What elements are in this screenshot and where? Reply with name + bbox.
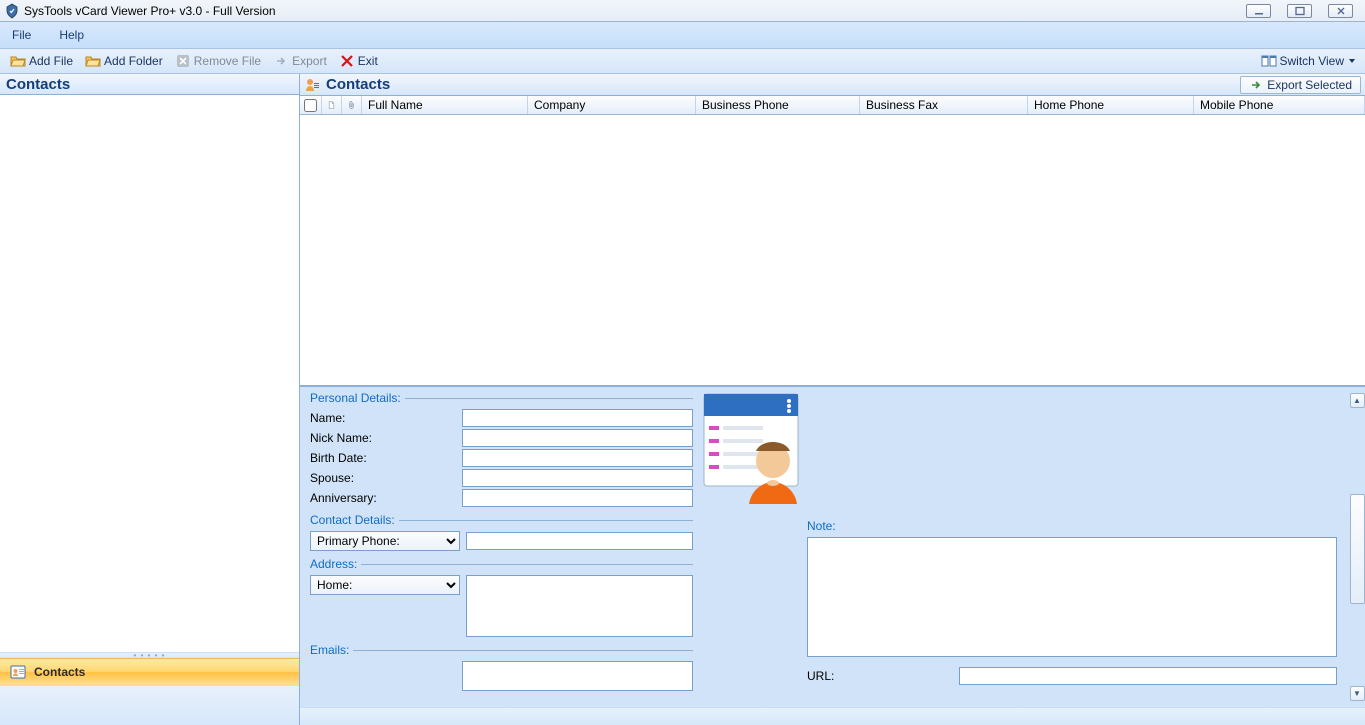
add-folder-button[interactable]: Add Folder xyxy=(81,51,167,71)
switch-view-icon xyxy=(1261,53,1277,69)
folder-icon xyxy=(85,53,101,69)
export-label: Export xyxy=(292,54,327,68)
label-anniv: Anniversary: xyxy=(310,491,462,505)
column-header: Full Name Company Business Phone Busines… xyxy=(300,96,1365,115)
label-nick: Nick Name: xyxy=(310,431,462,445)
details-scrollbar[interactable]: ▲ ▼ xyxy=(1349,393,1365,701)
select-all-checkbox[interactable] xyxy=(304,99,317,112)
contact-details-legend: Contact Details: xyxy=(310,513,399,527)
textarea-emails[interactable] xyxy=(462,661,693,691)
column-business-phone[interactable]: Business Phone xyxy=(696,96,860,114)
column-home-phone[interactable]: Home Phone xyxy=(1028,96,1194,114)
grid-title: Contacts xyxy=(326,76,1240,93)
window-controls xyxy=(1246,4,1361,18)
personal-details-group: Personal Details: Name: Nick Name: Birth… xyxy=(310,391,693,513)
remove-file-label: Remove File xyxy=(194,54,261,68)
export-selected-icon xyxy=(1249,78,1263,92)
details-panel: ▲ ▼ Personal Details: Name: Nick Name: B… xyxy=(300,387,1365,707)
column-page-icon[interactable] xyxy=(322,96,342,114)
label-spouse: Spouse: xyxy=(310,471,462,485)
remove-file-button[interactable]: Remove File xyxy=(171,51,265,71)
left-pane: Contacts • • • • • Contacts xyxy=(0,74,300,725)
right-pane-footer xyxy=(300,707,1365,725)
input-url[interactable] xyxy=(959,667,1337,685)
column-company[interactable]: Company xyxy=(528,96,696,114)
add-folder-label: Add Folder xyxy=(104,54,163,68)
column-checkbox[interactable] xyxy=(300,96,322,114)
emails-group: Emails: xyxy=(310,643,693,697)
export-selected-label: Export Selected xyxy=(1267,78,1352,92)
contact-photo-card xyxy=(701,391,801,697)
column-business-fax[interactable]: Business Fax xyxy=(860,96,1028,114)
main-area: Contacts • • • • • Contacts Contacts Exp… xyxy=(0,74,1365,725)
title-bar: SysTools vCard Viewer Pro+ v3.0 - Full V… xyxy=(0,0,1365,22)
left-pane-footer xyxy=(0,685,299,725)
select-primary-phone[interactable]: Primary Phone: xyxy=(310,531,460,551)
nav-contacts-label: Contacts xyxy=(34,665,85,679)
menu-file[interactable]: File xyxy=(12,28,31,42)
grid-body[interactable] xyxy=(300,115,1365,387)
exit-button[interactable]: Exit xyxy=(335,51,382,71)
left-pane-title: Contacts xyxy=(0,74,299,95)
scroll-up-arrow[interactable]: ▲ xyxy=(1350,393,1365,408)
maximize-button[interactable] xyxy=(1287,4,1312,18)
right-pane: Contacts Export Selected Full Name Compa… xyxy=(300,74,1365,725)
column-mobile-phone[interactable]: Mobile Phone xyxy=(1194,96,1365,114)
input-spouse[interactable] xyxy=(462,469,693,487)
personal-details-legend: Personal Details: xyxy=(310,391,405,405)
column-full-name[interactable]: Full Name xyxy=(362,96,528,114)
address-group: Address: Home: xyxy=(310,557,693,643)
input-nick[interactable] xyxy=(462,429,693,447)
column-attachment-icon[interactable] xyxy=(342,96,362,114)
menu-help[interactable]: Help xyxy=(59,28,84,42)
input-birth[interactable] xyxy=(462,449,693,467)
address-legend: Address: xyxy=(310,557,361,571)
contact-details-group: Contact Details: Primary Phone: xyxy=(310,513,693,557)
contact-card-icon xyxy=(10,664,26,680)
exit-label: Exit xyxy=(358,54,378,68)
input-name[interactable] xyxy=(462,409,693,427)
remove-icon xyxy=(175,53,191,69)
switch-view-button[interactable]: Switch View xyxy=(1257,51,1359,71)
close-button[interactable] xyxy=(1328,4,1353,18)
label-birth: Birth Date: xyxy=(310,451,462,465)
minimize-button[interactable] xyxy=(1246,4,1271,18)
note-group: Note: xyxy=(807,519,1337,661)
menu-bar: File Help xyxy=(0,22,1365,49)
input-primary-phone[interactable] xyxy=(466,532,693,550)
select-address-type[interactable]: Home: xyxy=(310,575,460,595)
export-selected-button[interactable]: Export Selected xyxy=(1240,76,1361,94)
left-pane-tree[interactable] xyxy=(0,95,299,652)
nav-contacts[interactable]: Contacts xyxy=(0,658,299,685)
export-arrow-icon xyxy=(273,53,289,69)
window-title: SysTools vCard Viewer Pro+ v3.0 - Full V… xyxy=(24,4,1246,18)
textarea-address[interactable] xyxy=(466,575,693,637)
app-icon xyxy=(4,3,20,19)
add-file-button[interactable]: Add File xyxy=(6,51,77,71)
input-anniv[interactable] xyxy=(462,489,693,507)
scroll-down-arrow[interactable]: ▼ xyxy=(1350,686,1365,701)
note-legend: Note: xyxy=(807,519,840,533)
emails-legend: Emails: xyxy=(310,643,353,657)
label-name: Name: xyxy=(310,411,462,425)
label-url: URL: xyxy=(807,669,959,683)
folder-open-icon xyxy=(10,53,26,69)
toolbar: Add File Add Folder Remove File Export E… xyxy=(0,49,1365,74)
chevron-down-icon xyxy=(1349,59,1355,63)
textarea-note[interactable] xyxy=(807,537,1337,657)
scroll-thumb[interactable] xyxy=(1350,494,1365,604)
add-file-label: Add File xyxy=(29,54,73,68)
grid-header-bar: Contacts Export Selected xyxy=(300,74,1365,96)
export-button[interactable]: Export xyxy=(269,51,331,71)
exit-icon xyxy=(339,53,355,69)
contacts-header-icon xyxy=(304,77,320,93)
switch-view-label: Switch View xyxy=(1280,54,1344,68)
